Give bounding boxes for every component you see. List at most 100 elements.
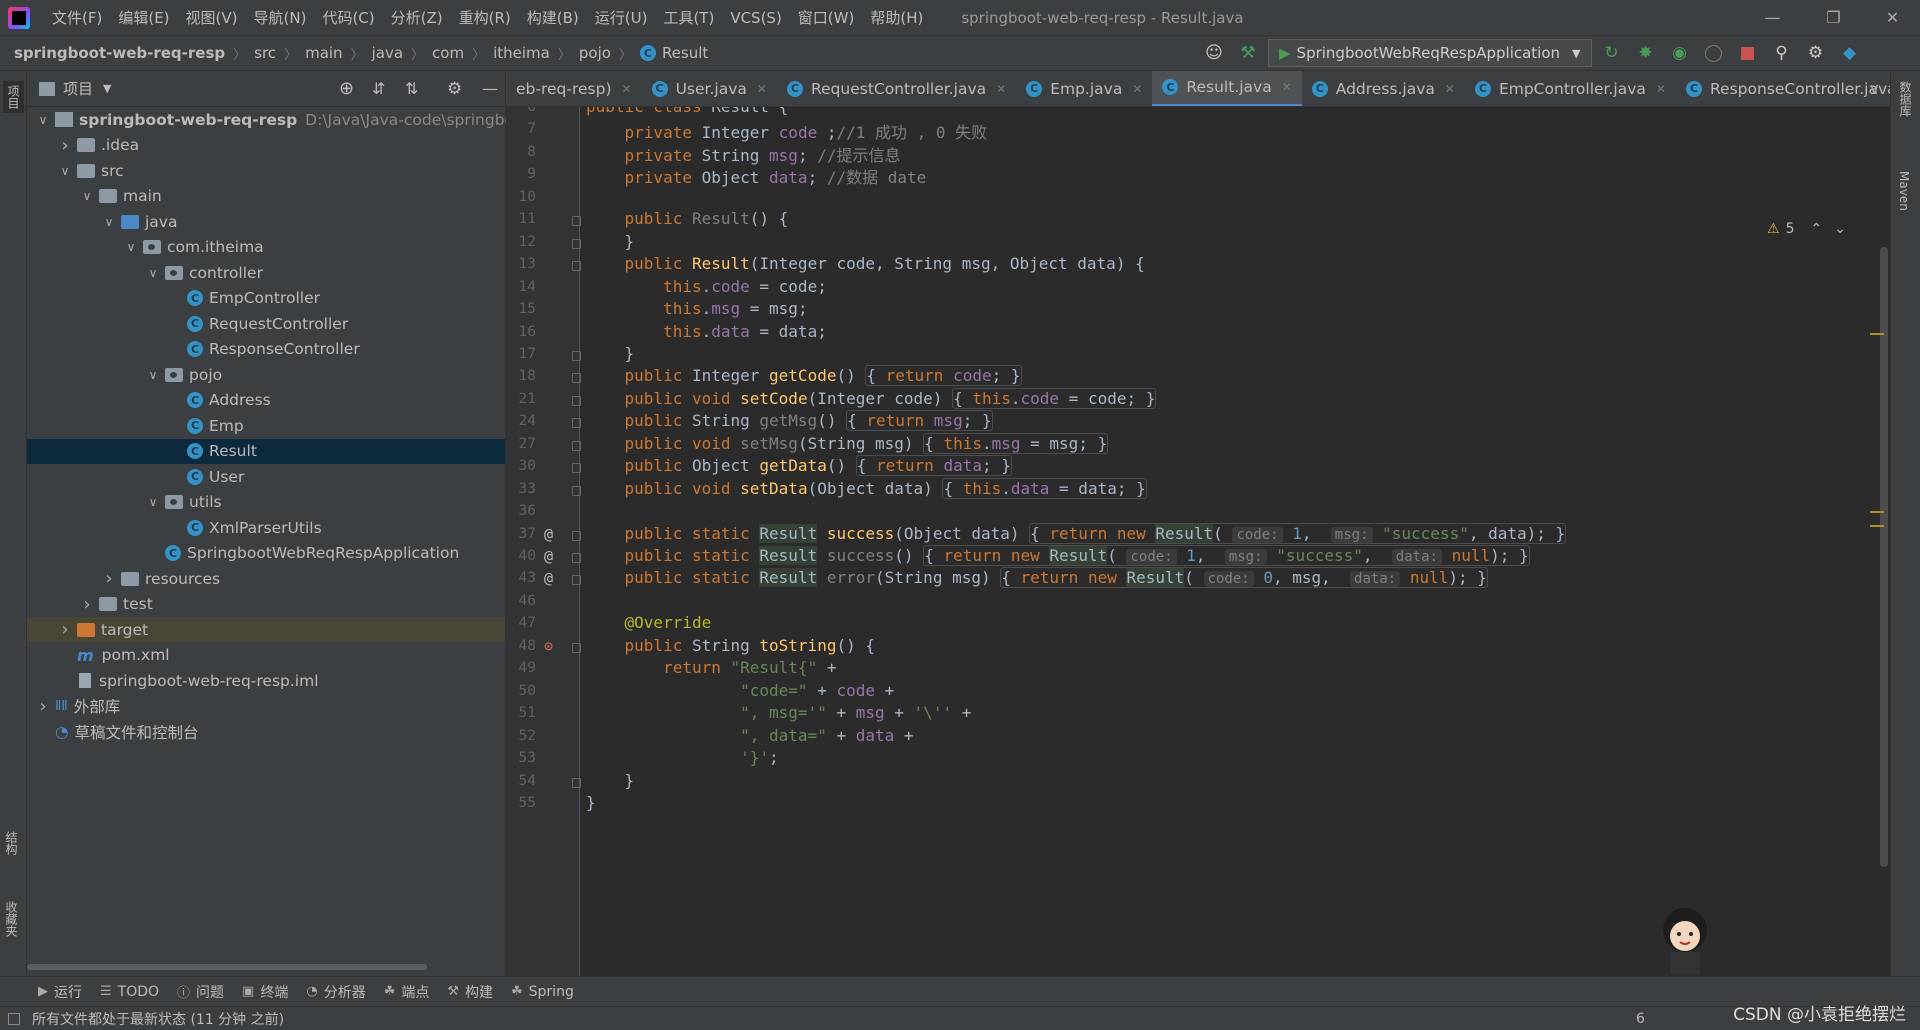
vertical-scrollbar[interactable] xyxy=(1880,247,1888,867)
hide-panel-icon[interactable]: — xyxy=(482,79,498,98)
editor-tab[interactable]: C Result.java ✕ xyxy=(1152,71,1302,106)
minimize-icon[interactable]: — xyxy=(1745,0,1800,35)
database-tool-tab[interactable]: 数据库 xyxy=(1897,81,1914,117)
editor-tab[interactable]: CResponseController.java✕ xyxy=(1676,71,1890,106)
favorites-tool-tab[interactable]: 收藏夹 xyxy=(3,901,20,937)
menu-item[interactable]: VCS(S) xyxy=(722,9,789,27)
chevron-right-icon[interactable]: › xyxy=(57,135,73,156)
fold-marker-icon[interactable] xyxy=(572,777,581,788)
warning-marker[interactable] xyxy=(1870,333,1884,335)
chevron-down-icon[interactable]: ∨ xyxy=(101,215,117,229)
tree-item[interactable]: › target xyxy=(27,617,505,642)
menu-item[interactable]: 代码(C) xyxy=(314,7,382,28)
run-config-select[interactable]: ▶ SpringbootWebReqRespApplication ▼ xyxy=(1268,39,1592,67)
chevron-right-icon[interactable]: › xyxy=(35,696,51,717)
breadcrumb-item[interactable]: src xyxy=(254,44,276,62)
project-panel-title[interactable]: 项目 xyxy=(63,78,93,99)
close-window-icon[interactable]: ✕ xyxy=(1865,0,1920,35)
menu-item[interactable]: 重构(R) xyxy=(451,7,519,28)
editor-tab[interactable]: C Address.java ✕ xyxy=(1302,71,1465,106)
usage-marker-icon[interactable]: @ xyxy=(544,525,553,543)
chevron-down-icon[interactable]: ∨ xyxy=(145,495,161,509)
tree-item[interactable]: ∨ controller xyxy=(27,260,505,285)
tree-item[interactable]: ∨ src xyxy=(27,158,505,183)
warning-marker[interactable] xyxy=(1870,525,1884,527)
menu-item[interactable]: 构建(B) xyxy=(519,7,587,28)
user-icon[interactable]: ☺ xyxy=(1200,39,1228,67)
chevron-right-icon[interactable]: › xyxy=(101,568,117,589)
editor-tab[interactable]: C RequestController.java ✕ xyxy=(777,71,1016,106)
tree-item[interactable]: › test xyxy=(27,592,505,617)
chevron-down-icon[interactable]: ∨ xyxy=(145,266,161,280)
horizontal-scrollbar[interactable] xyxy=(27,964,427,970)
tree-item[interactable]: ∨ utils xyxy=(27,490,505,515)
chevron-right-icon[interactable]: › xyxy=(79,594,95,615)
tree-item[interactable]: ∨ com.itheima xyxy=(27,235,505,260)
breadcrumb-item[interactable]: java xyxy=(372,44,403,62)
fold-marker-icon[interactable] xyxy=(572,350,581,361)
code-editor[interactable]: 6 7 8 9 10 11 12 13 14 15 16 17 18 21 24 27 30 33 36 37 @40 @… xyxy=(506,107,1890,976)
bottom-tool-7[interactable]: ☘ Spring xyxy=(511,984,574,1000)
chevron-down-icon[interactable]: ∨ xyxy=(145,368,161,382)
tree-item[interactable]: C SpringbootWebReqRespApplication xyxy=(27,541,505,566)
tree-item[interactable]: ∨ main xyxy=(27,184,505,209)
bottom-tool-5[interactable]: ☘ 端点 xyxy=(384,982,430,1002)
rerun-icon[interactable]: ↻ xyxy=(1598,39,1626,67)
tree-item[interactable]: › resources xyxy=(27,566,505,591)
bottom-tool-2[interactable]: ⓘ 问题 xyxy=(177,982,224,1002)
locate-target-icon[interactable]: ⊕ xyxy=(339,78,354,99)
override-marker-icon[interactable]: ⊙ xyxy=(544,637,553,655)
coverage-icon[interactable]: ◉ xyxy=(1666,39,1694,67)
tree-item[interactable]: › ⅡⅡ 外部库 xyxy=(27,694,505,719)
editor-tab[interactable]: C User.java ✕ xyxy=(642,71,777,106)
tree-item[interactable]: ∨ pojo xyxy=(27,362,505,387)
editor-tab[interactable]: C EmpController.java ✕ xyxy=(1465,71,1676,106)
chevron-down-icon[interactable]: ∨ xyxy=(123,240,139,254)
breadcrumb-item[interactable]: springboot-web-req-resp xyxy=(14,44,225,62)
collapse-all-icon[interactable]: ⇅ xyxy=(405,79,418,98)
debug-icon[interactable]: ✸ xyxy=(1632,39,1660,67)
fold-marker-icon[interactable] xyxy=(572,485,581,496)
plugin-icon[interactable]: ◆ xyxy=(1836,39,1864,67)
restore-icon[interactable]: ❐ xyxy=(1806,0,1861,35)
chevron-down-icon[interactable]: ⌄ xyxy=(1834,221,1846,237)
chevron-down-icon[interactable]: ∨ xyxy=(57,164,73,178)
tree-item[interactable]: ∨ java xyxy=(27,209,505,234)
structure-tool-tab[interactable]: 结构 xyxy=(3,831,20,855)
editor-tab[interactable]: eb-req-resp) ✕ xyxy=(506,71,642,106)
fold-marker-icon[interactable] xyxy=(572,553,581,563)
inspection-widget[interactable]: ⚠ 5 ⌃ ⌄ xyxy=(1767,221,1846,237)
breadcrumb-item[interactable]: pojo xyxy=(579,44,611,62)
usage-marker-icon[interactable]: @ xyxy=(544,569,553,587)
tree-item[interactable]: C XmlParserUtils xyxy=(27,515,505,540)
usage-marker-icon[interactable]: @ xyxy=(544,547,553,565)
fold-marker-icon[interactable] xyxy=(572,395,581,406)
close-tab-icon[interactable]: ✕ xyxy=(996,82,1006,96)
warning-marker[interactable] xyxy=(1870,511,1884,513)
tree-item[interactable]: C Emp xyxy=(27,413,505,438)
bottom-tool-1[interactable]: ☰ TODO xyxy=(100,984,159,1000)
search-icon[interactable]: ⚲ xyxy=(1768,39,1796,67)
tree-item[interactable]: ∨ springboot-web-req-resp D:\Java\Java-cod… xyxy=(27,107,536,132)
status-toggle-icon[interactable] xyxy=(8,1012,20,1025)
tree-item[interactable]: ◔ 草稿文件和控制台 xyxy=(27,719,505,744)
project-tool-tab[interactable]: 项目 xyxy=(3,81,24,113)
stop-icon[interactable]: ■ xyxy=(1734,39,1762,67)
menu-item[interactable]: 导航(N) xyxy=(246,7,315,28)
menu-item[interactable]: 视图(V) xyxy=(178,7,246,28)
bottom-tool-3[interactable]: ▣ 终端 xyxy=(242,982,288,1002)
chevron-right-icon[interactable]: › xyxy=(57,619,73,640)
chevron-up-icon[interactable]: ⌃ xyxy=(1811,221,1823,237)
editor-tab[interactable]: C Emp.java ✕ xyxy=(1016,71,1152,106)
close-tab-icon[interactable]: ✕ xyxy=(1656,82,1666,96)
tree-item[interactable]: C ResponseController xyxy=(27,337,505,362)
menu-item[interactable]: 文件(F) xyxy=(44,7,110,28)
breadcrumb-item[interactable]: com xyxy=(432,44,464,62)
tree-item[interactable]: springboot-web-req-resp.iml xyxy=(27,668,505,693)
menu-item[interactable]: 运行(U) xyxy=(587,7,656,28)
breadcrumb-item[interactable]: itheima xyxy=(493,44,550,62)
maven-tool-tab[interactable]: Maven xyxy=(1897,171,1911,211)
bottom-tool-0[interactable]: ▶ 运行 xyxy=(38,982,82,1002)
close-tab-icon[interactable]: ✕ xyxy=(757,82,767,96)
fold-marker-icon[interactable] xyxy=(572,440,581,451)
